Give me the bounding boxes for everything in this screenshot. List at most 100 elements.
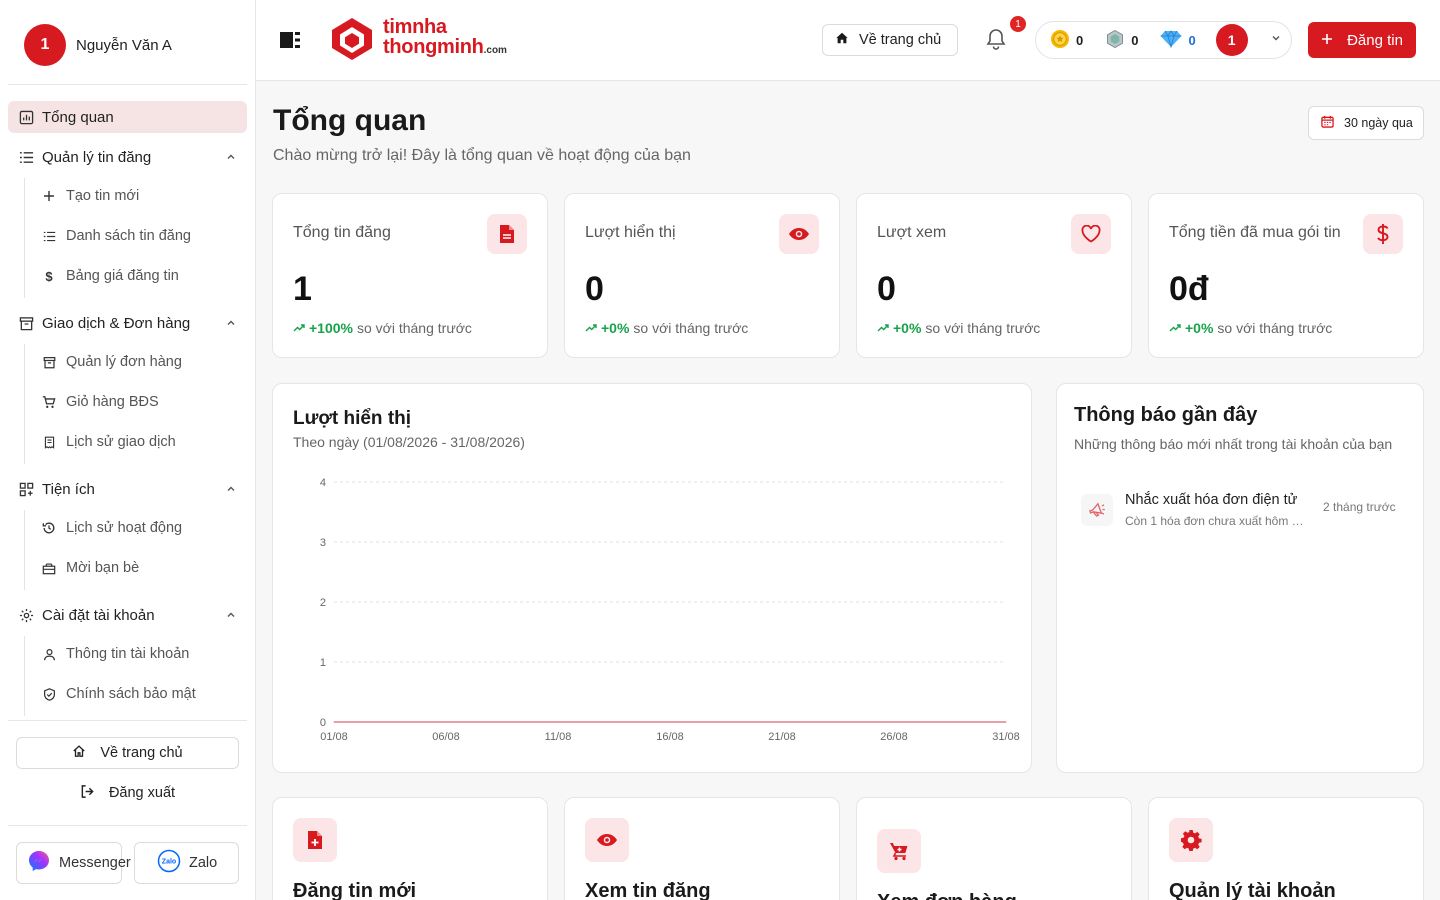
chevron-down-icon[interactable]: [1270, 31, 1282, 49]
chevron-up-icon[interactable]: [225, 608, 237, 625]
receipt-icon: [42, 435, 56, 449]
sidebar-item-transaction-history[interactable]: Lịch sử giao dịch: [34, 427, 246, 457]
sidebar-item-activity-history[interactable]: Lịch sử hoạt động: [34, 513, 246, 543]
data-point: [759, 721, 761, 723]
sidebar-item-account-info[interactable]: Thông tin tài khoản: [34, 639, 246, 669]
header-home-button[interactable]: Về trang chủ: [822, 24, 958, 56]
sidebar: 1 Nguyễn Văn A Tổng quan Quản lý tin đăn…: [0, 0, 256, 900]
sidebar-divider: [8, 825, 247, 826]
sidebar-item-utilities[interactable]: Tiện ích: [8, 473, 247, 505]
sidebar-home-button[interactable]: Về trang chủ: [16, 737, 239, 769]
date-range-button[interactable]: 30 ngày qua: [1308, 106, 1424, 140]
home-icon: [72, 744, 86, 762]
site-logo[interactable]: timnha thongminh.com: [329, 16, 507, 62]
sidebar-subitem-label: Tạo tin mới: [66, 188, 140, 204]
stat-card-impressions: Lượt hiển thị 0 +0% so với tháng trước: [564, 193, 840, 358]
messenger-icon: [27, 849, 51, 877]
grid-icon: [18, 481, 34, 497]
sidebar-divider: [8, 84, 247, 85]
plus-icon: [1321, 32, 1333, 49]
avatar[interactable]: 1: [24, 24, 66, 66]
sidebar-subitem-label: Danh sách tin đăng: [66, 228, 191, 244]
archive-icon: [18, 315, 34, 331]
post-listing-button[interactable]: Đăng tin: [1308, 22, 1416, 58]
data-point: [355, 721, 357, 723]
sidebar-item-post-list[interactable]: Danh sách tin đăng: [34, 221, 246, 251]
quick-action-new-post[interactable]: Đăng tin mới: [272, 797, 548, 900]
header-avatar[interactable]: 1: [1215, 24, 1248, 56]
stat-trend: +0% so với tháng trước: [877, 320, 1040, 336]
chevron-up-icon[interactable]: [225, 150, 237, 167]
sidebar-item-invite-friends[interactable]: Mời bạn bè: [34, 553, 246, 583]
logout-label: Đăng xuất: [108, 785, 176, 801]
sidebar-item-overview[interactable]: Tổng quan: [8, 101, 247, 133]
stat-value: 0: [585, 270, 604, 308]
gear-icon: [1169, 818, 1213, 862]
data-point: [803, 721, 806, 723]
sidebar-subitem-label: Bảng giá đăng tin: [66, 268, 179, 284]
messenger-button[interactable]: Messenger: [16, 842, 131, 884]
data-point: [826, 721, 828, 723]
logo-line1: timnha: [383, 16, 447, 38]
data-point: [579, 721, 581, 723]
notification-title: Nhắc xuất hóa đơn điện tử: [1125, 492, 1298, 508]
quick-action-view-orders[interactable]: Xem đơn hàng: [856, 797, 1132, 900]
data-point: [602, 721, 604, 723]
list-icon: [42, 229, 56, 243]
sidebar-item-order-management[interactable]: Quản lý đơn hàng: [34, 347, 246, 377]
stat-change: +100%: [309, 320, 353, 336]
quick-action-view-posts[interactable]: Xem tin đăng: [564, 797, 840, 900]
user-profile[interactable]: 1 Nguyễn Văn A: [24, 24, 172, 66]
submenu-line: [24, 178, 25, 298]
sidebar-item-create-post[interactable]: Tạo tin mới: [34, 181, 246, 211]
data-point: [938, 721, 940, 723]
sidebar-subitem-label: Thông tin tài khoản: [66, 646, 190, 662]
messenger-label: Messenger: [59, 855, 131, 871]
user-name: Nguyễn Văn A: [76, 36, 172, 54]
stat-label: Lượt xem: [877, 224, 947, 241]
data-point: [512, 721, 514, 723]
zalo-button[interactable]: Zalo Zalo: [134, 842, 239, 884]
sidebar-item-posts[interactable]: Quản lý tin đăng: [8, 141, 247, 173]
y-tick-label: 3: [320, 537, 326, 549]
logout-icon: [80, 784, 95, 803]
date-range-label: 30 ngày qua: [1344, 116, 1413, 130]
sidebar-subitem-label: Quản lý đơn hàng: [66, 354, 182, 370]
bell-icon[interactable]: [986, 28, 1006, 55]
data-point: [423, 721, 425, 723]
heart-icon: [1071, 214, 1111, 254]
plus-icon: [42, 189, 56, 203]
user-icon: [42, 647, 56, 661]
quick-action-label: Xem tin đăng: [585, 880, 711, 900]
gift-icon: [42, 561, 56, 575]
chevron-up-icon[interactable]: [225, 316, 237, 333]
wallet-bar[interactable]: 0 0 0 1: [1035, 21, 1292, 59]
stat-value: 0: [877, 270, 896, 308]
trend-up-icon: [877, 320, 889, 336]
sidebar-item-cart[interactable]: Giỏ hàng BĐS: [34, 387, 246, 417]
quick-action-label: Đăng tin mới: [293, 880, 417, 900]
data-point: [378, 721, 380, 723]
data-point: [467, 721, 469, 723]
data-point: [736, 721, 738, 723]
list-icon: [18, 149, 34, 165]
stat-card-total-posts: Tổng tin đăng 1 +100% so với tháng trước: [272, 193, 548, 358]
stat-trend: +100% so với tháng trước: [293, 320, 472, 336]
x-tick-label: 11/08: [545, 731, 572, 743]
stat-trend: +0% so với tháng trước: [1169, 320, 1332, 336]
stat-value: 1: [293, 270, 312, 308]
trend-up-icon: [585, 320, 597, 336]
zalo-icon-text: Zalo: [162, 859, 176, 866]
sidebar-item-pricing[interactable]: $ Bảng giá đăng tin: [34, 261, 246, 291]
submenu-line: [24, 344, 25, 464]
stat-value: 0đ: [1169, 270, 1209, 308]
chevron-up-icon[interactable]: [225, 482, 237, 499]
sidebar-item-settings[interactable]: Cài đặt tài khoản: [8, 599, 247, 631]
notification-item[interactable]: Nhắc xuất hóa đơn điện tử Còn 1 hóa đơn …: [1081, 492, 1401, 532]
sidebar-item-privacy-policy[interactable]: Chính sách bảo mật: [34, 679, 246, 709]
menu-toggle-icon[interactable]: [280, 31, 300, 54]
sidebar-item-orders[interactable]: Giao dịch & Đơn hàng: [8, 307, 247, 339]
quick-action-account[interactable]: Quản lý tài khoản: [1148, 797, 1424, 900]
logout-button[interactable]: Đăng xuất: [16, 777, 239, 809]
data-point: [893, 721, 895, 723]
